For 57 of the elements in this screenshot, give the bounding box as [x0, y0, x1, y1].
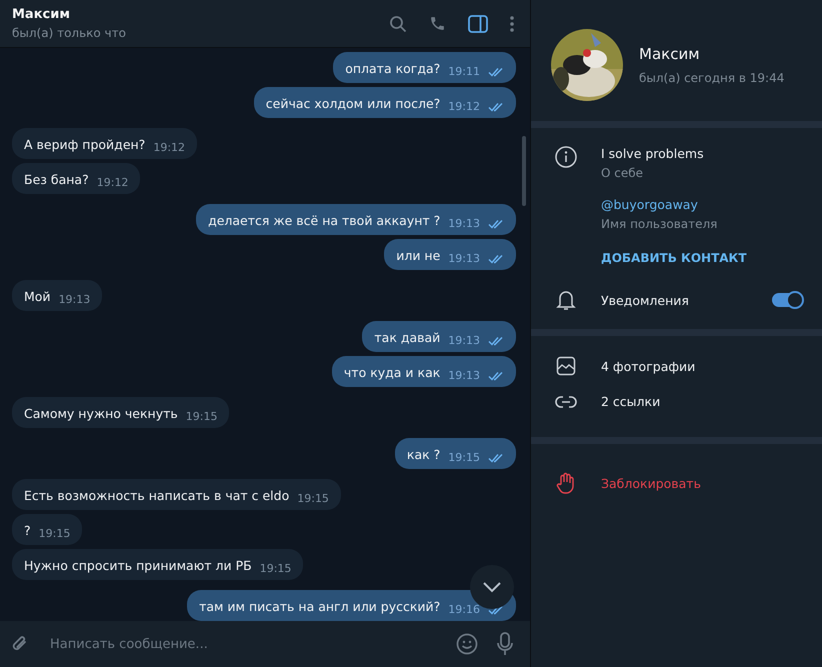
add-contact-button[interactable]: ДОБАВИТЬ КОНТАКТ	[601, 251, 747, 265]
media-item[interactable]: 4 фотографии	[601, 358, 696, 374]
chat-title: Максим	[12, 7, 71, 22]
message-text: или не	[396, 247, 440, 265]
scrollbar[interactable]	[522, 136, 526, 206]
message-time: 19:13	[448, 252, 480, 266]
message-composer[interactable]: Написать сообщение...	[0, 621, 530, 667]
message-time: 19:16	[448, 603, 480, 617]
message-text: Мой	[24, 288, 51, 306]
message-time: 19:13	[448, 334, 480, 348]
message-time: 19:13	[448, 217, 480, 231]
profile-name: Максим	[639, 45, 701, 63]
message-text: так давай	[374, 329, 440, 347]
image-icon	[555, 356, 577, 376]
message-text: там им писать на англ или русский?	[199, 598, 440, 616]
last-seen: был(а) сегодня в 19:44	[639, 71, 784, 85]
message-time: 19:15	[260, 562, 292, 576]
chat-status: был(а) только что	[12, 26, 126, 40]
message-text: Без бана?	[24, 171, 89, 189]
message-time: 19:15	[297, 492, 329, 506]
username-link[interactable]: @buyorgoaway	[601, 197, 747, 212]
message-text: сейчас холдом или после?	[266, 95, 440, 113]
message-time: 19:11	[448, 65, 480, 79]
side-panel-icon[interactable]	[468, 14, 488, 32]
phone-icon[interactable]	[429, 15, 446, 32]
message-time: 19:12	[153, 141, 186, 155]
bell-icon	[555, 289, 577, 311]
block-button[interactable]: Заблокировать	[601, 476, 701, 490]
message-text: что куда и как	[344, 364, 440, 382]
message-text: делается же всё на твой аккаунт ?	[208, 212, 440, 230]
message-time: 19:15	[448, 451, 480, 465]
chevron-down-icon	[482, 581, 502, 593]
message-time: 19:15	[186, 410, 218, 424]
media-item[interactable]: 2 ссылки	[601, 394, 660, 409]
message-text: как ?	[406, 446, 440, 464]
notifications-toggle[interactable]	[772, 293, 802, 307]
bio-label: О себе	[601, 166, 644, 180]
message-time: 19:12	[448, 100, 480, 114]
notifications-label: Уведомления	[601, 292, 690, 308]
info-icon	[555, 146, 577, 168]
emoji-icon[interactable]	[456, 633, 478, 655]
link-icon	[555, 394, 577, 408]
bio-text: I solve problems	[601, 146, 705, 161]
search-icon[interactable]	[389, 14, 407, 32]
more-icon[interactable]	[510, 16, 514, 32]
microphone-icon[interactable]	[496, 632, 514, 656]
message-text: Самому нужно чекнуть	[24, 405, 178, 423]
message-time: 19:13	[448, 369, 480, 383]
message-text: оплата когда?	[345, 60, 440, 78]
message-time: 19:13	[58, 293, 90, 307]
message-time: 19:15	[38, 527, 70, 541]
username-label: Имя пользователя	[601, 217, 718, 231]
message-text: Есть возможность написать в чат с eldo	[24, 487, 290, 505]
message-text: Нужно спросить принимают ли РБ	[24, 557, 252, 575]
message-time: 19:12	[96, 176, 128, 190]
message-text: ?	[24, 522, 31, 540]
message-text: А вериф пройден?	[24, 136, 146, 154]
